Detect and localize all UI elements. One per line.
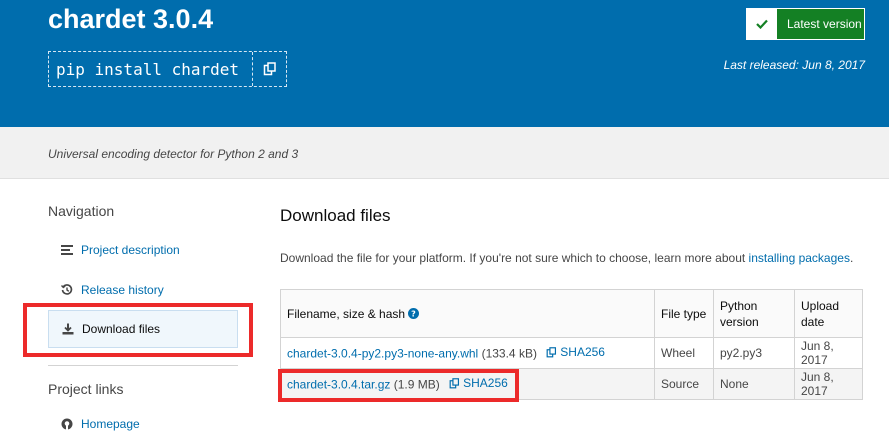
sha256-label: SHA256 bbox=[463, 376, 508, 391]
sidebar-item-label: Project description bbox=[81, 243, 180, 257]
copy-icon bbox=[546, 346, 557, 358]
sidebar-item-project-description[interactable]: Project description bbox=[48, 231, 238, 269]
sidebar-link-homepage[interactable]: Homepage bbox=[48, 405, 238, 443]
sidebar-link-label: Homepage bbox=[81, 417, 140, 431]
upload-date-cell: Jun 8, 2017 bbox=[794, 368, 863, 400]
python-version-cell: py2.py3 bbox=[713, 337, 795, 369]
file-cell: chardet-3.0.4.tar.gz (1.9 MB) SHA256 bbox=[280, 368, 655, 400]
upload-date-cell: Jun 8, 2017 bbox=[794, 337, 863, 369]
file-type-cell: Wheel bbox=[654, 337, 714, 369]
file-cell: chardet-3.0.4-py2.py3-none-any.whl (133.… bbox=[280, 337, 655, 369]
project-links-heading: Project links bbox=[48, 381, 124, 397]
table-header-row: Filename, size & hash ? File type Python… bbox=[280, 289, 863, 338]
header-upload-date: Upload date bbox=[794, 289, 863, 338]
file-size: (133.4 kB) bbox=[481, 346, 537, 361]
table-row: chardet-3.0.4.tar.gz (1.9 MB) SHA256 Sou… bbox=[280, 368, 863, 400]
latest-version-label: Latest version bbox=[787, 17, 862, 31]
package-header: chardet 3.0.4 pip install chardet Latest… bbox=[0, 0, 889, 127]
installing-packages-link[interactable]: installing packages bbox=[749, 251, 850, 265]
help-icon[interactable]: ? bbox=[408, 307, 420, 319]
header-python-version: Python version bbox=[713, 289, 795, 338]
package-title: chardet 3.0.4 bbox=[48, 4, 214, 34]
download-intro: Download the file for your platform. If … bbox=[280, 251, 853, 265]
sidebar-item-label: Release history bbox=[81, 283, 164, 297]
file-download-link[interactable]: chardet-3.0.4-py2.py3-none-any.whl bbox=[287, 347, 478, 361]
python-version-cell: None bbox=[713, 368, 795, 400]
align-left-icon bbox=[60, 245, 74, 255]
table-row: chardet-3.0.4-py2.py3-none-any.whl (133.… bbox=[280, 337, 863, 369]
latest-version-button[interactable]: Latest version bbox=[746, 8, 865, 40]
file-download-link[interactable]: chardet-3.0.4.tar.gz bbox=[287, 378, 390, 392]
sha256-copy-button[interactable]: SHA256 bbox=[546, 345, 605, 359]
intro-text: Download the file for your platform. If … bbox=[280, 251, 749, 265]
package-summary-band: Universal encoding detector for Python 2… bbox=[0, 127, 889, 179]
intro-end: . bbox=[849, 251, 854, 265]
header-filename-label: Filename, size & hash bbox=[287, 306, 406, 321]
navigation-heading: Navigation bbox=[48, 203, 115, 219]
pip-command-box: pip install chardet bbox=[48, 51, 287, 87]
last-released-text: Last released: Jun 8, 2017 bbox=[723, 58, 865, 72]
svg-text:?: ? bbox=[412, 309, 417, 318]
package-summary: Universal encoding detector for Python 2… bbox=[48, 147, 299, 161]
sha256-copy-button[interactable]: SHA256 bbox=[449, 376, 508, 390]
page-title: Download files bbox=[280, 206, 391, 225]
sidebar-item-download-files[interactable]: Download files bbox=[48, 310, 238, 348]
download-files-table: Filename, size & hash ? File type Python… bbox=[280, 289, 863, 400]
copy-icon bbox=[449, 377, 460, 389]
header-file-type: File type bbox=[654, 289, 714, 338]
header-filename: Filename, size & hash ? bbox=[280, 289, 655, 338]
pip-command-text[interactable]: pip install chardet bbox=[49, 60, 252, 79]
sidebar-item-label: Download files bbox=[82, 322, 161, 336]
sidebar-item-release-history[interactable]: Release history bbox=[48, 271, 238, 309]
download-icon bbox=[61, 323, 75, 335]
file-type-cell: Source bbox=[654, 368, 714, 400]
sidebar-divider bbox=[48, 365, 238, 366]
history-icon bbox=[60, 284, 74, 296]
file-size: (1.9 MB) bbox=[393, 377, 440, 392]
github-icon bbox=[60, 418, 74, 430]
copy-button[interactable] bbox=[252, 52, 286, 86]
sha256-label: SHA256 bbox=[560, 345, 605, 360]
check-icon bbox=[747, 9, 777, 39]
copy-icon bbox=[263, 62, 276, 76]
